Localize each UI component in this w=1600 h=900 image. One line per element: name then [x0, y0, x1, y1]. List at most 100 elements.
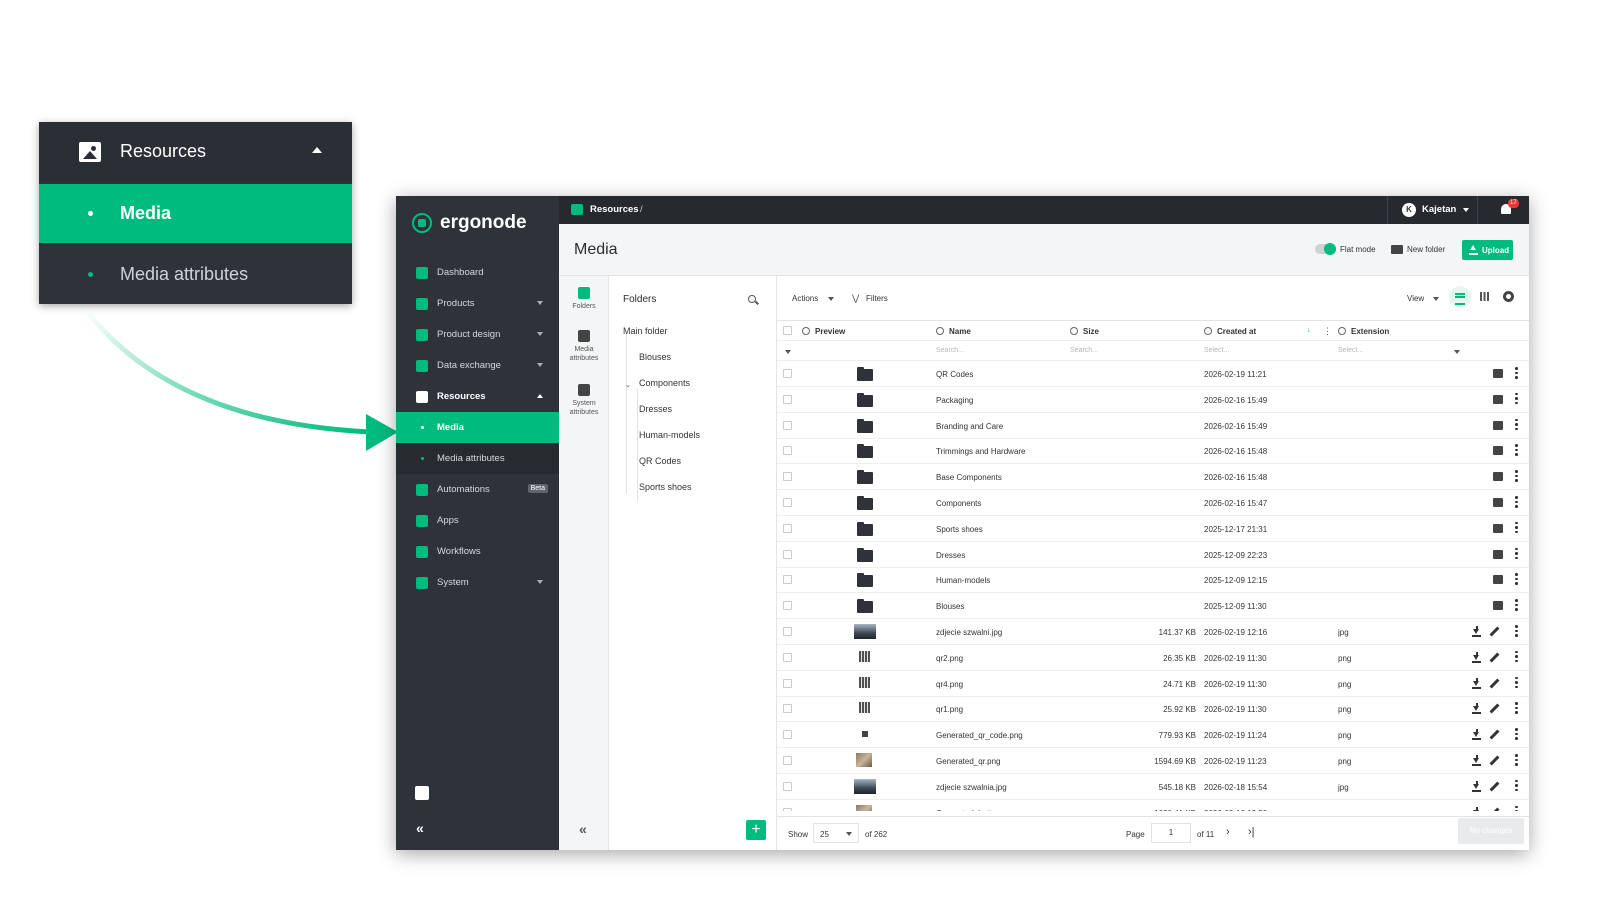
table-row[interactable]: Dresses 2025-12-09 22:23	[777, 542, 1529, 568]
row-checkbox[interactable]	[783, 730, 792, 740]
row-checkbox[interactable]	[783, 472, 792, 482]
sidebar-item-data-exchange[interactable]: Data exchange	[396, 350, 559, 381]
folder-item[interactable]: QR Codes	[639, 456, 681, 466]
upload-button[interactable]: Upload	[1462, 240, 1513, 260]
list-view-icon[interactable]	[1449, 286, 1471, 308]
open-folder-icon[interactable]	[1493, 420, 1503, 430]
folder-item[interactable]: Dresses	[639, 404, 672, 414]
folder-item[interactable]: Human-models	[639, 430, 700, 440]
table-row[interactable]: qr2.png 26.35 KB 2026-02-19 11:30 png	[777, 645, 1529, 671]
more-icon[interactable]	[1515, 392, 1519, 407]
chevron-down-icon[interactable]: ⌄	[625, 381, 631, 389]
sidebar-item-apps[interactable]: Apps	[396, 505, 559, 536]
column-menu-icon[interactable]: ⋮	[1323, 326, 1332, 337]
row-checkbox[interactable]	[783, 523, 792, 533]
row-checkbox[interactable]	[783, 704, 792, 714]
open-folder-icon[interactable]	[1493, 523, 1503, 533]
created-filter-select[interactable]: Select...	[1204, 347, 1229, 354]
open-folder-icon[interactable]	[1493, 394, 1503, 404]
more-icon[interactable]	[1515, 754, 1519, 768]
filters-button[interactable]: Filters	[866, 294, 888, 303]
search-icon[interactable]	[748, 295, 756, 303]
download-icon[interactable]	[1472, 729, 1481, 741]
flat-mode-toggle[interactable]	[1315, 243, 1336, 255]
breadcrumb[interactable]: Resources	[590, 204, 639, 215]
more-icon[interactable]	[1515, 367, 1519, 381]
logo[interactable]: ergonode	[412, 212, 527, 234]
edit-icon[interactable]	[1489, 626, 1500, 637]
size-filter-input[interactable]: Search...	[1070, 347, 1098, 354]
column-name[interactable]: Name	[949, 327, 971, 336]
more-icon[interactable]	[1515, 702, 1519, 716]
row-checkbox[interactable]	[783, 781, 792, 791]
more-icon[interactable]	[1515, 728, 1519, 742]
table-row[interactable]: Generated_qr_code.png 779.93 KB 2026-02-19…	[777, 722, 1529, 749]
flat-mode-label[interactable]: Flat mode	[1340, 245, 1376, 254]
more-icon[interactable]	[1515, 676, 1519, 691]
download-icon[interactable]	[1472, 651, 1481, 663]
more-icon[interactable]	[1515, 418, 1519, 433]
more-icon[interactable]	[1515, 573, 1519, 587]
sidebar-item-dashboard[interactable]: Dashboard	[396, 257, 559, 288]
select-all-checkbox[interactable]	[783, 326, 792, 335]
last-page-button[interactable]: ›|	[1248, 826, 1255, 838]
edit-icon[interactable]	[1489, 729, 1500, 740]
chat-icon[interactable]	[415, 786, 429, 800]
more-icon[interactable]	[1515, 779, 1519, 794]
extension-filter-select[interactable]: Select...	[1338, 347, 1363, 354]
download-icon[interactable]	[1472, 806, 1481, 811]
row-checkbox[interactable]	[783, 549, 792, 559]
table-row[interactable]: Sports shoes 2025-12-17 21:31	[777, 516, 1529, 542]
column-size[interactable]: Size	[1083, 327, 1099, 336]
download-icon[interactable]	[1472, 755, 1481, 766]
rail-media-attributes[interactable]: Media attributes	[559, 330, 609, 363]
rail-system-attributes[interactable]: System attributes	[559, 384, 609, 417]
edit-icon[interactable]	[1489, 781, 1500, 792]
user-menu[interactable]: K Kajetan	[1387, 196, 1478, 224]
sidebar-item-workflows[interactable]: Workflows	[396, 536, 559, 567]
row-checkbox[interactable]	[783, 575, 792, 585]
more-icon[interactable]	[1515, 805, 1519, 811]
more-icon[interactable]	[1515, 650, 1519, 665]
open-folder-icon[interactable]	[1493, 446, 1503, 456]
row-checkbox[interactable]	[783, 678, 792, 688]
add-folder-button[interactable]: +	[746, 820, 766, 840]
no-changes-button[interactable]: No changes	[1458, 818, 1524, 844]
view-dropdown[interactable]: View	[1407, 294, 1424, 303]
more-icon[interactable]	[1515, 625, 1519, 639]
new-folder-icon[interactable]	[1391, 245, 1403, 254]
download-icon[interactable]	[1472, 677, 1481, 689]
settings-icon[interactable]	[1503, 291, 1514, 302]
table-row[interactable]: Generated_button.png 1630.41 KB 2026-02-18…	[777, 800, 1529, 811]
row-checkbox[interactable]	[783, 627, 792, 636]
new-folder-button[interactable]: New folder	[1407, 245, 1445, 254]
grid-view-icon[interactable]	[1480, 292, 1489, 301]
edit-icon[interactable]	[1489, 652, 1500, 663]
table-row[interactable]: Blouses 2025-12-09 11:30	[777, 593, 1529, 620]
edit-icon[interactable]	[1489, 807, 1500, 811]
folder-main[interactable]: Main folder	[623, 326, 668, 336]
actions-dropdown[interactable]: Actions	[792, 294, 818, 303]
more-icon[interactable]	[1515, 547, 1519, 562]
row-checkbox[interactable]	[783, 601, 792, 611]
row-checkbox[interactable]	[783, 446, 792, 456]
open-folder-icon[interactable]	[1493, 472, 1503, 482]
sidebar-item-products[interactable]: Products	[396, 288, 559, 319]
download-icon[interactable]	[1472, 703, 1481, 715]
page-input[interactable]: 1	[1151, 823, 1191, 843]
column-extension[interactable]: Extension	[1351, 327, 1389, 336]
table-row[interactable]: qr1.png 25.92 KB 2026-02-19 11:30 png	[777, 696, 1529, 723]
table-row[interactable]: Components 2026-02-16 15:47	[777, 490, 1529, 516]
sidebar-item-system[interactable]: System	[396, 567, 559, 598]
row-checkbox[interactable]	[783, 420, 792, 430]
folder-item[interactable]: Components	[639, 378, 690, 388]
chevron-down-icon[interactable]	[785, 350, 791, 354]
table-row[interactable]: QR Codes 2026-02-19 11:21	[777, 361, 1529, 387]
open-folder-icon[interactable]	[1493, 369, 1503, 378]
column-preview[interactable]: Preview	[815, 327, 845, 336]
name-filter-input[interactable]: Search...	[936, 347, 964, 354]
collapse-panel-button[interactable]: «	[579, 821, 587, 837]
table-row[interactable]: Base Components 2026-02-16 15:48	[777, 464, 1529, 491]
table-row[interactable]: zdjecie szwalnia.jpg 545.18 KB 2026-02-18 …	[777, 774, 1529, 800]
more-icon[interactable]	[1515, 444, 1519, 458]
